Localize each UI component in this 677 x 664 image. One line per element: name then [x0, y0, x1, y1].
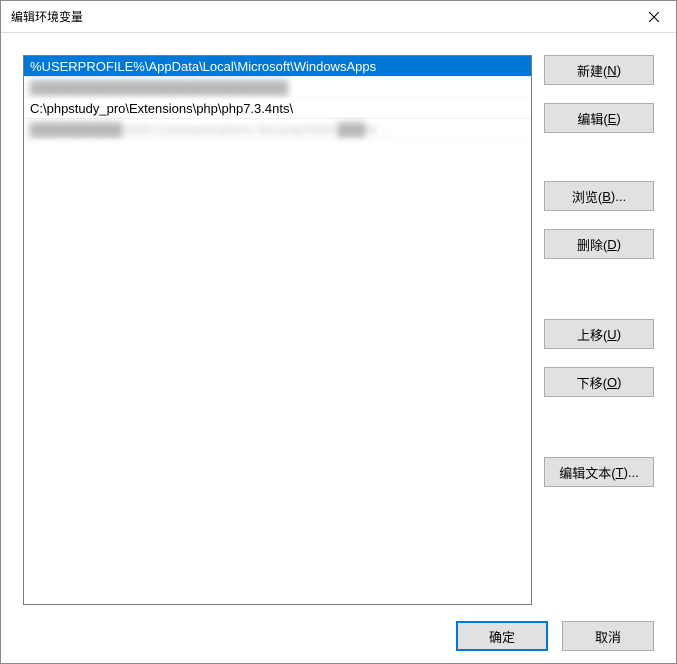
list-item[interactable]: ██████████\SSH Communications Security\S… [24, 119, 531, 140]
titlebar: 编辑环境变量 [1, 1, 676, 33]
dialog-footer: 确定 取消 [23, 605, 654, 651]
window-title: 编辑环境变量 [11, 8, 83, 25]
new-button[interactable]: 新建(N) [544, 55, 654, 85]
cancel-button[interactable]: 取消 [562, 621, 654, 651]
dialog-body: %USERPROFILE%\AppData\Local\Microsoft\Wi… [1, 33, 676, 663]
path-listbox[interactable]: %USERPROFILE%\AppData\Local\Microsoft\Wi… [23, 55, 532, 605]
edit-button[interactable]: 编辑(E) [544, 103, 654, 133]
edit-text-button[interactable]: 编辑文本(T)... [544, 457, 654, 487]
move-down-button[interactable]: 下移(O) [544, 367, 654, 397]
list-item[interactable]: ████████████████████████████ [24, 77, 531, 98]
main-row: %USERPROFILE%\AppData\Local\Microsoft\Wi… [23, 55, 654, 605]
list-item[interactable]: %USERPROFILE%\AppData\Local\Microsoft\Wi… [24, 56, 531, 77]
ok-button[interactable]: 确定 [456, 621, 548, 651]
button-column: 新建(N) 编辑(E) 浏览(B)... 删除(D) 上移(U) 下移(O) 编… [544, 55, 654, 605]
browse-button[interactable]: 浏览(B)... [544, 181, 654, 211]
delete-button[interactable]: 删除(D) [544, 229, 654, 259]
list-item[interactable]: C:\phpstudy_pro\Extensions\php\php7.3.4n… [24, 98, 531, 119]
move-up-button[interactable]: 上移(U) [544, 319, 654, 349]
close-button[interactable] [631, 2, 676, 32]
close-icon [649, 12, 659, 22]
